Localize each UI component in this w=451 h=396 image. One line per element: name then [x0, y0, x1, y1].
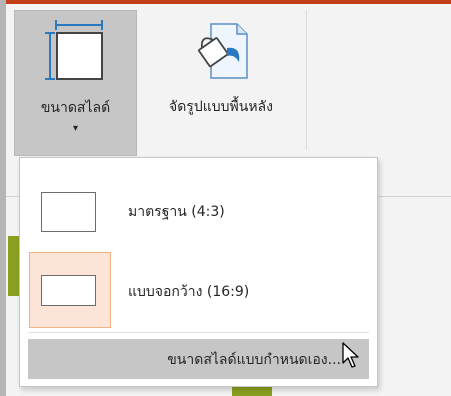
widescreen-slide-icon	[41, 275, 96, 306]
format-background-button[interactable]: จัดรูปแบบพื้นหลัง	[138, 10, 304, 156]
slide-size-icon	[15, 17, 136, 87]
window-left-frame	[0, 0, 6, 396]
format-background-label: จัดรูปแบบพื้นหลัง	[169, 99, 273, 115]
slide-size-label: ขนาดสไลด์	[40, 100, 111, 116]
menu-item-standard-label: มาตรฐาน (4:3)	[128, 204, 225, 220]
menu-item-widescreen-label: แบบจอกว้าง (16:9)	[128, 284, 250, 300]
format-background-icon	[138, 16, 304, 86]
mouse-cursor-icon	[341, 341, 365, 369]
chevron-down-icon: ▾	[72, 123, 79, 134]
menu-item-widescreen[interactable]: แบบจอกว้าง (16:9)	[28, 252, 369, 328]
menu-item-standard[interactable]: มาตรฐาน (4:3)	[28, 172, 369, 248]
menu-separator	[28, 332, 369, 333]
menu-item-custom-slide-size[interactable]: ขนาดสไลด์แบบกำหนดเอง...	[28, 339, 369, 379]
menu-item-custom-label: ขนาดสไลด์แบบกำหนดเอง...	[167, 352, 341, 368]
standard-slide-icon	[41, 192, 96, 232]
title-accent-bar	[0, 0, 451, 4]
slide-size-dropdown-menu: มาตรฐาน (4:3) แบบจอกว้าง (16:9) ขนาดสไลด…	[19, 157, 378, 387]
ribbon-group-divider	[306, 10, 307, 150]
slide-size-button[interactable]: ขนาดสไลด์ ▾	[14, 10, 137, 156]
